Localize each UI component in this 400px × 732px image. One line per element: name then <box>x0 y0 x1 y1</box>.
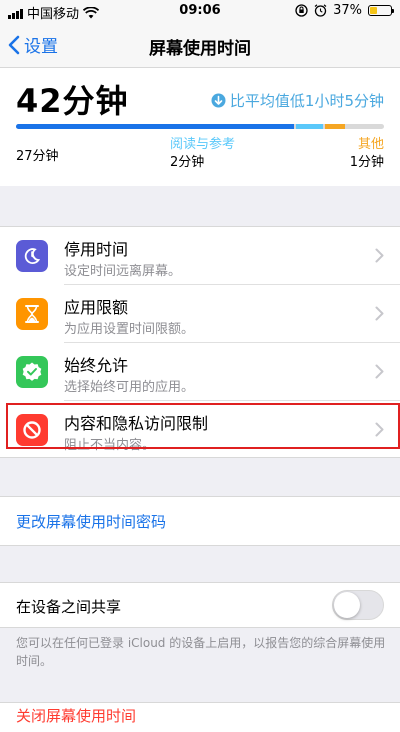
usage-comparison: 比平均值低1小时5分钟 <box>211 90 384 111</box>
battery-icon <box>368 5 394 16</box>
row-content-privacy-title: 内容和隐私访问限制 <box>64 414 209 433</box>
battery-fill <box>370 7 378 14</box>
category-2-name: 阅读与参考 <box>170 137 236 152</box>
downtime-icon <box>16 240 48 272</box>
comparison-text: 比平均值低1小时5分钟 <box>229 92 384 110</box>
change-passcode-button[interactable]: 更改屏幕使用时间密码 <box>0 496 400 546</box>
category-3: 其他 1分钟 <box>350 136 384 172</box>
row-app-limits-title: 应用限额 <box>64 298 129 317</box>
navigation-bar: 设置 屏幕使用时间 <box>0 22 400 68</box>
settings-list: 停用时间 设定时间远离屏幕。 应用限额 为应用设置时间限额。 始终允许 选择始终… <box>0 226 400 458</box>
share-note: 您可以在任何已登录 iCloud 的设备上启用，以报告您的综合屏幕使用时间。 <box>16 636 386 668</box>
category-3-name: 其他 <box>357 137 384 152</box>
chevron-right-icon <box>375 306 384 321</box>
row-always-allowed-title: 始终允许 <box>64 356 129 375</box>
row-downtime[interactable]: 停用时间 设定时间远离屏幕。 <box>0 227 400 285</box>
chevron-right-icon <box>375 422 384 437</box>
chevron-right-icon <box>375 248 384 263</box>
usage-bar-segment-1 <box>16 124 294 129</box>
orientation-lock-icon <box>295 4 308 17</box>
battery-percent: 37% <box>333 3 362 18</box>
category-2-time: 2分钟 <box>170 155 205 170</box>
checkmark-badge-icon <box>16 356 48 388</box>
category-1: 27分钟 <box>16 148 59 166</box>
usage-bar <box>16 124 384 129</box>
hourglass-icon <box>16 298 48 330</box>
category-1-time: 27分钟 <box>16 149 59 164</box>
status-bar: 中国移动 09:06 37% <box>0 0 400 22</box>
category-2: 阅读与参考 2分钟 <box>170 136 235 172</box>
usage-total: 42分钟 <box>16 82 129 120</box>
arrow-down-circle-icon <box>211 93 226 108</box>
status-right: 37% <box>295 3 394 18</box>
restriction-icon <box>16 414 48 446</box>
toggle-knob <box>334 592 360 618</box>
usage-bar-segment-3 <box>325 124 346 129</box>
row-app-limits-subtitle: 为应用设置时间限额。 <box>64 322 195 337</box>
alarm-icon <box>314 4 327 17</box>
row-always-allowed[interactable]: 始终允许 选择始终可用的应用。 <box>0 343 400 401</box>
row-app-limits[interactable]: 应用限额 为应用设置时间限额。 <box>0 285 400 343</box>
share-across-devices-toggle[interactable] <box>332 590 384 620</box>
chevron-right-icon <box>375 364 384 379</box>
page-title: 屏幕使用时间 <box>149 39 251 59</box>
share-across-devices-label: 在设备之间共享 <box>16 598 122 616</box>
row-always-allowed-subtitle: 选择始终可用的应用。 <box>64 380 195 395</box>
turn-off-screen-time-button[interactable]: 关闭屏幕使用时间 <box>0 702 400 732</box>
row-content-privacy-subtitle: 阻止不当内容。 <box>64 438 156 453</box>
usage-summary[interactable]: 42分钟 比平均值低1小时5分钟 27分钟 阅读与参考 2分钟 其他 1分钟 <box>0 68 400 186</box>
row-downtime-title: 停用时间 <box>64 240 129 259</box>
change-passcode-label: 更改屏幕使用时间密码 <box>16 513 167 531</box>
turn-off-label: 关闭屏幕使用时间 <box>16 707 137 725</box>
usage-bar-segment-2 <box>295 124 324 129</box>
row-content-privacy[interactable]: 内容和隐私访问限制 阻止不当内容。 <box>0 401 400 459</box>
share-across-devices-row: 在设备之间共享 <box>0 582 400 628</box>
row-downtime-subtitle: 设定时间远离屏幕。 <box>64 264 182 279</box>
category-3-time: 1分钟 <box>349 155 384 170</box>
